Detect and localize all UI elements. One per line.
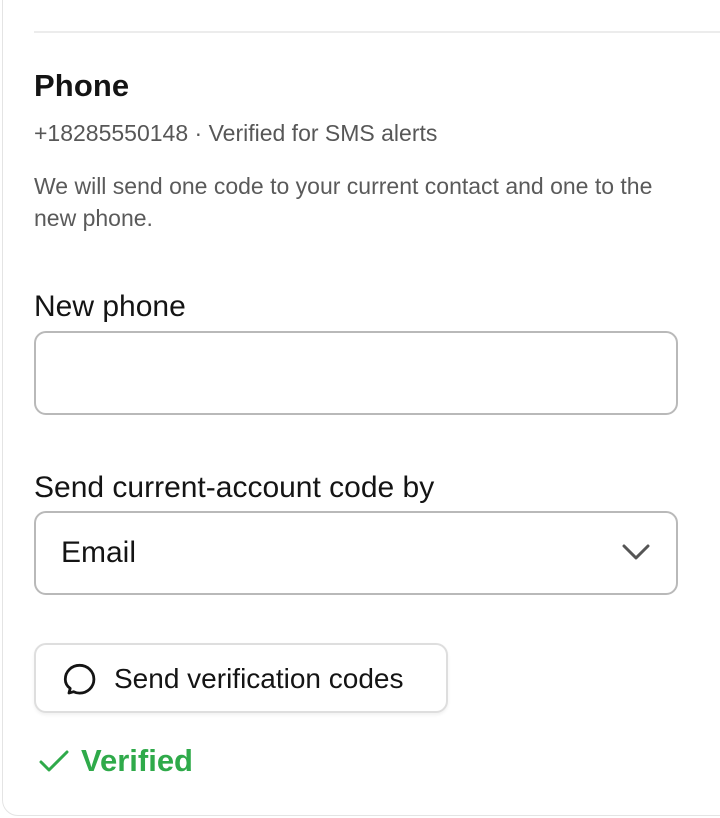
- section-divider: [34, 31, 720, 33]
- new-phone-input[interactable]: [34, 331, 678, 415]
- send-verification-codes-button[interactable]: Send verification codes: [34, 643, 448, 713]
- chevron-down-icon: [622, 544, 650, 560]
- section-title: Phone: [34, 68, 130, 103]
- verified-status-text: Verified: [81, 743, 193, 778]
- code-method-label: Send current-account code by: [34, 471, 435, 504]
- chat-bubble-icon: [63, 663, 96, 695]
- new-phone-label: New phone: [34, 290, 186, 323]
- code-method-selected-value: Email: [61, 536, 137, 569]
- code-method-select[interactable]: Email: [34, 511, 678, 595]
- verification-description: We will send one code to your current co…: [34, 173, 653, 231]
- check-icon: [39, 750, 69, 772]
- send-button-label: Send verification codes: [114, 663, 404, 694]
- current-phone-status: +18285550148 · Verified for SMS alerts: [34, 120, 438, 146]
